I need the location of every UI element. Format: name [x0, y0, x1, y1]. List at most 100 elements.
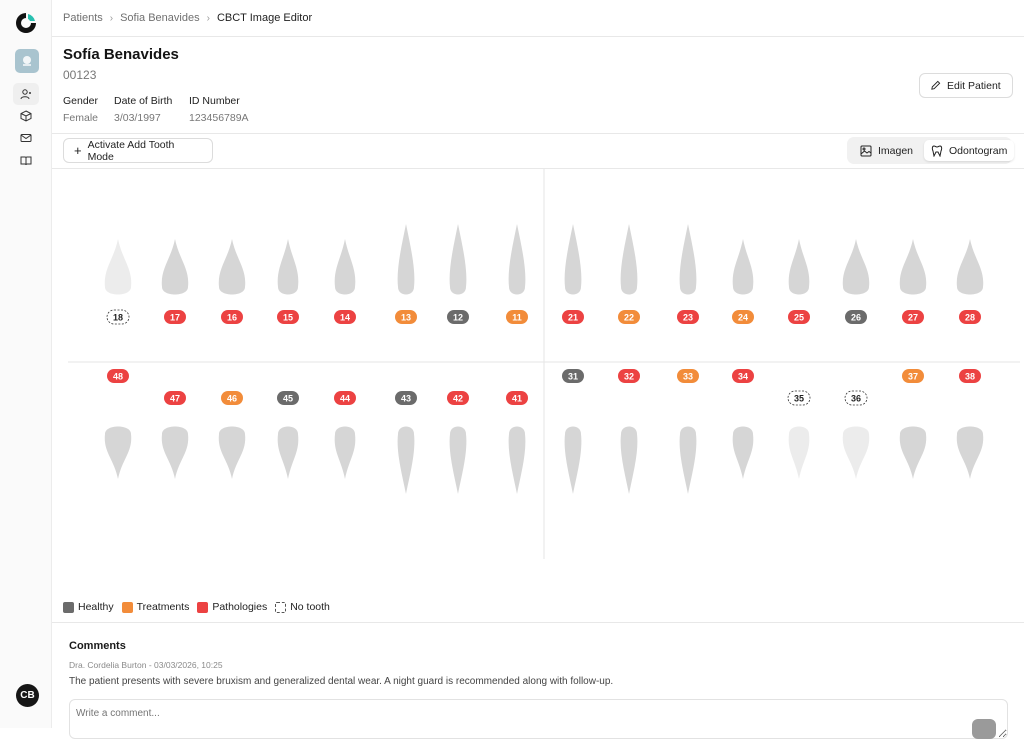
tooth-number: 43	[401, 394, 411, 404]
tooth-badge[interactable]: 38	[959, 369, 981, 383]
upper-tooth-26[interactable]	[842, 239, 870, 295]
tooth-badge[interactable]: 11	[506, 310, 528, 324]
upper-tooth-14[interactable]	[334, 239, 356, 295]
lower-tooth-44[interactable]	[334, 426, 356, 480]
upper-tooth-25[interactable]	[788, 239, 810, 295]
tooth-badge[interactable]: 27	[902, 310, 924, 324]
breadcrumb-patients[interactable]: Patients	[63, 12, 103, 24]
tooth-badge[interactable]: 23	[677, 310, 699, 324]
tooth-badge[interactable]: 15	[277, 310, 299, 324]
tooth-number: 15	[283, 313, 293, 323]
tooth-badge[interactable]: 43	[395, 391, 417, 405]
tab-odontogram[interactable]: Odontogram	[924, 140, 1015, 161]
tooth-badge[interactable]: 41	[506, 391, 528, 405]
upper-tooth-15[interactable]	[277, 239, 299, 295]
legend-swatch	[275, 601, 287, 613]
divider	[52, 622, 1024, 623]
tooth-badge[interactable]: 48	[107, 369, 129, 383]
user-avatar[interactable]: CB	[16, 684, 39, 707]
lower-tooth-32[interactable]	[620, 426, 638, 495]
comments-title: Comments	[69, 640, 126, 652]
upper-tooth-11[interactable]	[508, 224, 526, 295]
tooth-badge[interactable]: 44	[334, 391, 356, 405]
tooth-number: 14	[340, 313, 350, 323]
tooth-badge[interactable]: 16	[221, 310, 243, 324]
upper-tooth-22[interactable]	[620, 224, 638, 295]
tooth-badge[interactable]: 47	[164, 391, 186, 405]
tab-imagen[interactable]: Imagen	[853, 140, 920, 161]
tooth-badge[interactable]: 12	[447, 310, 469, 324]
tooth-number: 18	[113, 313, 123, 323]
tooth-badge[interactable]: 24	[732, 310, 754, 324]
lower-tooth-46[interactable]	[218, 426, 246, 480]
chevron-right-icon: ›	[109, 12, 114, 24]
tooth-badge[interactable]: 46	[221, 391, 243, 405]
upper-tooth-21[interactable]	[564, 224, 582, 295]
patient-id: 00123	[63, 68, 97, 82]
tooth-badge[interactable]: 31	[562, 369, 584, 383]
tooth-badge[interactable]: 14	[334, 310, 356, 324]
lower-tooth-31[interactable]	[564, 426, 582, 495]
tooth-number: 26	[851, 313, 861, 323]
upper-tooth-13[interactable]	[397, 224, 415, 295]
tooth-badge[interactable]: 25	[788, 310, 810, 324]
upper-tooth-28[interactable]	[956, 239, 984, 295]
lower-tooth-37[interactable]	[899, 426, 927, 480]
users-icon[interactable]	[13, 83, 39, 105]
upper-tooth-18[interactable]	[104, 239, 132, 295]
upper-tooth-16[interactable]	[218, 239, 246, 295]
tooth-badge[interactable]: 35	[787, 390, 811, 406]
send-comment-button[interactable]	[972, 719, 996, 739]
odontogram-chart: 18 17 16 15 14 13 12 11 21 22 23 24 25 26 27 28 48 47 46 45…	[68, 169, 1020, 559]
tooth-number: 28	[965, 313, 975, 323]
box-icon[interactable]	[16, 106, 36, 126]
mail-icon[interactable]	[16, 128, 36, 148]
clinic-logo[interactable]	[15, 49, 39, 73]
upper-tooth-17[interactable]	[161, 239, 189, 295]
breadcrumb-patient-name[interactable]: Sofia Benavides	[120, 12, 200, 24]
tooth-badge[interactable]: 13	[395, 310, 417, 324]
tooth-number: 33	[683, 372, 693, 382]
tooth-badge[interactable]: 34	[732, 369, 754, 383]
tooth-badge[interactable]: 33	[677, 369, 699, 383]
tooth-badge[interactable]: 21	[562, 310, 584, 324]
upper-tooth-27[interactable]	[899, 239, 927, 295]
tooth-number: 36	[851, 394, 861, 404]
tooth-badge[interactable]: 18	[106, 309, 130, 325]
lower-tooth-34[interactable]	[732, 426, 754, 480]
lower-tooth-38[interactable]	[956, 426, 984, 480]
tooth-badge[interactable]: 26	[845, 310, 867, 324]
activate-add-tooth-button[interactable]: + Activate Add Tooth Mode	[63, 138, 213, 163]
app-logo[interactable]	[14, 11, 38, 35]
lower-tooth-48[interactable]	[104, 426, 132, 480]
tooth-badge[interactable]: 45	[277, 391, 299, 405]
tooth-badge[interactable]: 32	[618, 369, 640, 383]
dob-label: Date of Birth	[114, 95, 173, 107]
tooth-badge[interactable]: 37	[902, 369, 924, 383]
lower-tooth-47[interactable]	[161, 426, 189, 480]
pencil-icon	[931, 80, 941, 90]
lower-tooth-41[interactable]	[508, 426, 526, 495]
lower-tooth-45[interactable]	[277, 426, 299, 480]
id-number-label: ID Number	[189, 95, 240, 107]
upper-tooth-24[interactable]	[732, 239, 754, 295]
tooth-badge[interactable]: 42	[447, 391, 469, 405]
upper-tooth-23[interactable]	[679, 224, 697, 295]
lower-tooth-42[interactable]	[449, 426, 467, 495]
upper-tooth-12[interactable]	[449, 224, 467, 295]
comment-input[interactable]	[69, 699, 1008, 739]
legend-swatch	[197, 601, 209, 613]
legend-swatch	[63, 601, 74, 613]
edit-patient-button[interactable]: Edit Patient	[919, 73, 1013, 98]
tooth-badge[interactable]: 28	[959, 310, 981, 324]
book-icon[interactable]	[16, 151, 36, 171]
tooth-badge[interactable]: 36	[844, 390, 868, 406]
lower-tooth-35[interactable]	[788, 426, 810, 480]
lower-tooth-36[interactable]	[842, 426, 870, 480]
patient-name: Sofía Benavides	[63, 46, 179, 63]
legend-item-healthy: Healthy	[63, 601, 114, 613]
tooth-badge[interactable]: 22	[618, 310, 640, 324]
lower-tooth-43[interactable]	[397, 426, 415, 495]
lower-tooth-33[interactable]	[679, 426, 697, 495]
tooth-badge[interactable]: 17	[164, 310, 186, 324]
